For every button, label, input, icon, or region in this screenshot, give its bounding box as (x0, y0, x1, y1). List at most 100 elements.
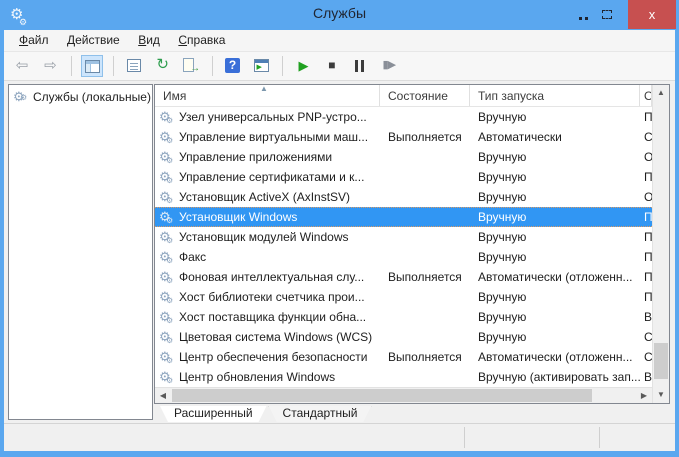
service-gear-icon: ⚙ (159, 287, 175, 307)
service-rows: ⚙ Узел универсальных PNP-устро... Вручную П… (155, 107, 652, 403)
extended-view-button[interactable] (251, 55, 273, 77)
table-row[interactable]: ⚙ Установщик ActiveX (AxInstSV) Вручную Обе… (155, 187, 652, 207)
service-gear-icon: ⚙ (159, 147, 175, 167)
table-row[interactable]: ⚙ Фоновая интеллектуальная слу... Выполняе… (155, 267, 652, 287)
service-gear-icon: ⚙ (159, 247, 175, 267)
tab-extended[interactable]: Расширенный (160, 406, 267, 422)
service-description: Позволяет... (644, 210, 652, 224)
service-description: Передает... (644, 270, 652, 284)
service-name: Установщик Windows (179, 210, 298, 224)
maximize-button[interactable] (597, 0, 617, 29)
service-status: Выполняется (388, 270, 462, 284)
service-description: Предоставляет... (644, 170, 652, 184)
service-status (380, 147, 470, 167)
service-status: Выполняется (388, 350, 462, 364)
vertical-scrollbar[interactable]: ▲ ▼ (652, 85, 669, 403)
show-console-tree-button[interactable] (81, 55, 104, 77)
horizontal-scroll-thumb[interactable] (172, 389, 592, 402)
service-gear-icon: ⚙ (159, 327, 175, 347)
service-startup-type: Вручную (478, 330, 527, 344)
menu-view[interactable]: Вид (131, 30, 167, 50)
service-name: Факс (179, 250, 207, 264)
menu-help[interactable]: Справка (171, 30, 232, 50)
table-row[interactable]: ⚙ Узел универсальных PNP-устро... Вручную П… (155, 107, 652, 127)
service-description: Включает... (644, 370, 652, 384)
help-button[interactable]: ? (222, 55, 244, 77)
service-startup-type: Вручную (478, 150, 527, 164)
scroll-left-icon[interactable]: ◀ (155, 388, 171, 403)
service-startup-type: Вручную (478, 250, 527, 264)
vertical-scroll-thumb[interactable] (654, 343, 668, 379)
table-row[interactable]: ⚙ Хост поставщика функции обна... Вручную В… (155, 307, 652, 327)
service-gear-icon: ⚙ (159, 227, 175, 247)
table-row[interactable]: ⚙ Установщик модулей Windows Вручную Позвол… (155, 227, 652, 247)
forward-button[interactable]: ⇨ (39, 55, 61, 77)
refresh-button[interactable]: ↻ (152, 55, 174, 77)
horizontal-scrollbar[interactable]: ◀ ▶ (155, 387, 652, 403)
scroll-up-icon[interactable]: ▲ (653, 85, 669, 101)
service-startup-type: Вручную (478, 230, 527, 244)
forward-icon: ⇨ (44, 57, 57, 74)
resume-service-button[interactable]: ▮▶ (378, 55, 400, 77)
service-startup-type: Вручную (478, 110, 527, 124)
properties-icon (127, 59, 142, 72)
service-description: Обеспечивает... (644, 190, 652, 204)
service-description: Служба... (644, 350, 652, 364)
service-startup-type: Автоматически (отложенн... (478, 270, 633, 284)
service-description: В этой... (644, 310, 652, 324)
service-description: Позволяет... (644, 230, 652, 244)
export-list-button[interactable] (180, 55, 202, 77)
minimize-button[interactable] (573, 0, 593, 29)
table-row[interactable]: ⚙ Центр обеспечения безопасности Выполняет… (155, 347, 652, 367)
minimize-icon (578, 17, 588, 20)
back-button[interactable]: ⇦ (11, 55, 33, 77)
pause-service-button[interactable] (349, 55, 371, 77)
table-row[interactable]: ⚙ Хост библиотеки счетчика прои... Вручную… (155, 287, 652, 307)
tree-item-label: Службы (локальные) (33, 90, 151, 104)
column-header-name[interactable]: Имя ▲ (155, 85, 380, 106)
statusbar-divider (464, 427, 465, 448)
console-tree-icon (85, 60, 101, 73)
column-header-description[interactable]: Описание (640, 85, 652, 106)
properties-button[interactable] (123, 55, 145, 77)
service-gear-icon: ⚙ (159, 307, 175, 327)
scroll-right-icon[interactable]: ▶ (636, 388, 652, 403)
table-row[interactable]: ⚙ Факс Вручную Позволяет... (155, 247, 652, 267)
service-name: Центр обеспечения безопасности (179, 350, 368, 364)
service-startup-type: Вручную (активировать зап... (478, 370, 640, 384)
close-button[interactable]: x (628, 0, 676, 29)
menu-file[interactable]: Файл (12, 30, 56, 50)
service-startup-type: Вручную (478, 310, 527, 324)
pause-service-icon (355, 60, 365, 72)
main-area: ⚙ Службы (локальные) Имя▲СостояниеТип зап… (4, 81, 675, 423)
service-name: Управление виртуальными маш... (179, 130, 369, 144)
toolbar-separator (112, 56, 114, 76)
maximize-icon (602, 10, 612, 20)
service-startup-type: Вручную (478, 210, 527, 224)
table-row[interactable]: ⚙ Управление виртуальными маш... Выполняет… (155, 127, 652, 147)
services-gear-icon: ⚙ (13, 89, 29, 105)
table-row[interactable]: ⚙ Управление сертификатами и к... Вручную П… (155, 167, 652, 187)
tree-item-services-local[interactable]: ⚙ Службы (локальные) (9, 85, 152, 105)
service-name: Управление приложениями (179, 150, 333, 164)
tab-standard[interactable]: Стандартный (269, 406, 372, 422)
service-gear-icon: ⚙ (159, 367, 175, 387)
menu-bar: Файл Действие Вид Справка (4, 30, 675, 52)
service-gear-icon: ⚙ (159, 127, 175, 147)
scroll-down-icon[interactable]: ▼ (653, 387, 669, 403)
service-startup-type: Автоматически (478, 130, 562, 144)
column-header-status[interactable]: Состояние (380, 85, 470, 106)
stop-service-button[interactable]: ■ (321, 55, 343, 77)
table-row-selected[interactable]: ⚙ Установщик Windows Вручную Позволяет... (155, 207, 652, 227)
table-row[interactable]: ⚙ Цветовая система Windows (WCS) Вручную Сл… (155, 327, 652, 347)
menu-action[interactable]: Действие (60, 30, 127, 50)
column-header-startup-type[interactable]: Тип запуска (470, 85, 640, 106)
start-service-button[interactable]: ▶ (292, 55, 314, 77)
table-row[interactable]: ⚙ Управление приложениями Вручную Обрабатыв… (155, 147, 652, 167)
table-row[interactable]: ⚙ Центр обновления Windows Вручную (активи… (155, 367, 652, 387)
toolbar-separator (211, 56, 213, 76)
service-gear-icon: ⚙ (159, 167, 175, 187)
service-status (380, 107, 470, 127)
title-bar[interactable]: ⚙ Службы x (0, 0, 679, 31)
service-status (380, 327, 470, 347)
